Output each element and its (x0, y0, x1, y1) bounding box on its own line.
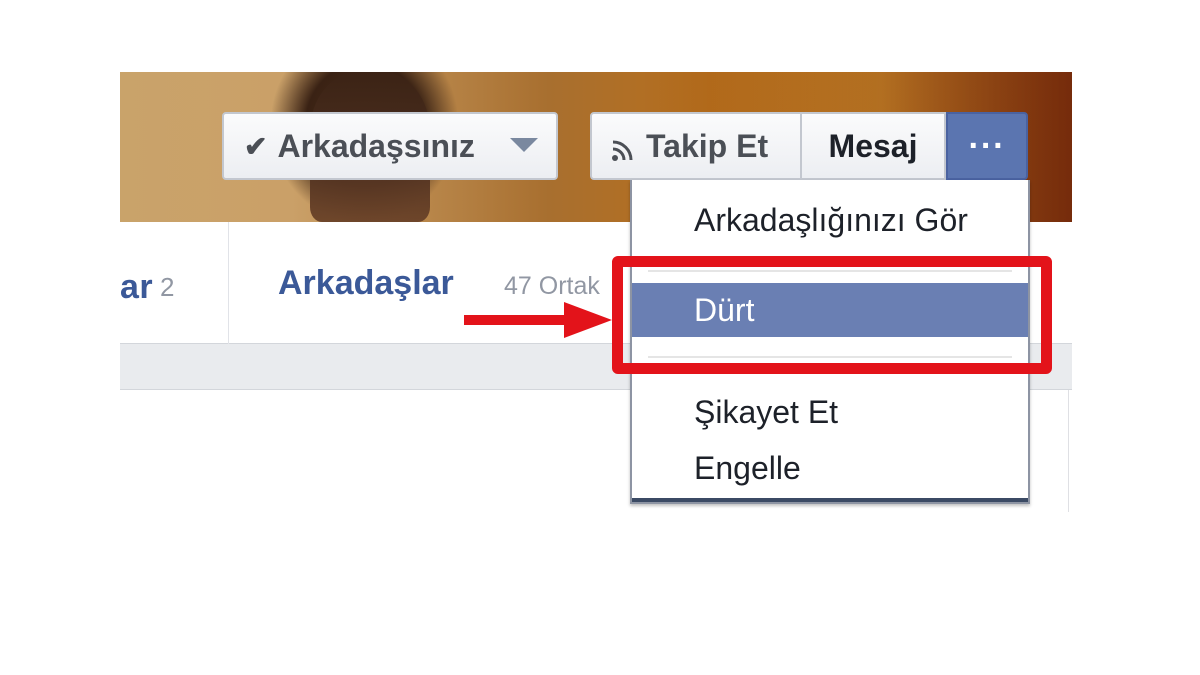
tab-divider (228, 222, 229, 344)
caret-down-icon (510, 138, 538, 152)
profile-action-buttons: Takip Et Mesaj ··· (590, 112, 1028, 180)
more-icon: ··· (968, 126, 1006, 165)
right-column-edge (1068, 390, 1080, 512)
menu-item-label: Şikayet Et (694, 393, 839, 430)
menu-item-see-friendship[interactable]: Arkadaşlığınızı Gör (632, 192, 1028, 248)
check-icon: ✔ (244, 130, 268, 162)
follow-label: Takip Et (646, 127, 769, 164)
follow-button[interactable]: Takip Et (590, 112, 802, 180)
rss-icon (612, 140, 633, 161)
menu-bottom-edge (632, 498, 1028, 502)
facebook-profile-screenshot: ar 2 Arkadaşlar 47 Ortak ✔ Arkadaşsınız … (120, 72, 1080, 512)
message-label: Mesaj (828, 127, 918, 164)
more-options-button[interactable]: ··· (946, 112, 1028, 180)
friends-status-label: Arkadaşsınız (277, 127, 475, 164)
tab-previous-count: 2 (160, 272, 175, 302)
menu-item-report[interactable]: Şikayet Et (632, 384, 1028, 440)
tab-friends[interactable]: Arkadaşlar (278, 264, 454, 303)
annotation-arrow-icon (464, 302, 612, 338)
tab-friends-mutual-count: 47 Ortak (504, 272, 600, 300)
friends-status-button[interactable]: ✔ Arkadaşsınız (222, 112, 558, 180)
message-button[interactable]: Mesaj (800, 112, 946, 180)
menu-item-block[interactable]: Engelle (632, 440, 1028, 496)
menu-item-label: Engelle (694, 449, 801, 486)
menu-item-label: Arkadaşlığınızı Gör (694, 201, 968, 238)
tab-previous-label[interactable]: ar (120, 268, 153, 307)
annotation-highlight-box (612, 256, 1052, 374)
